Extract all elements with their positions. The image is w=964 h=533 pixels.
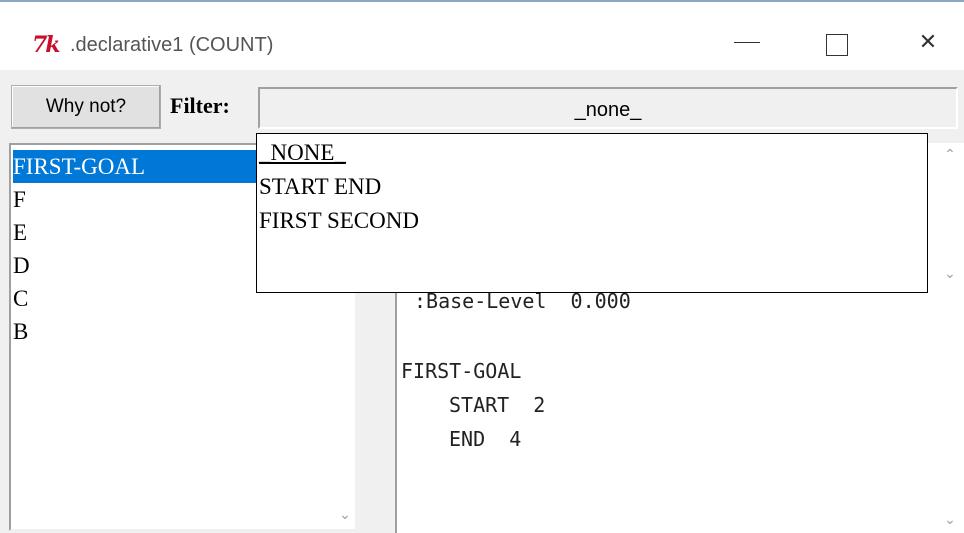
maximize-icon xyxy=(826,34,848,56)
list-scroll-down-icon[interactable]: ⌄ xyxy=(335,505,355,525)
window-title: .declarative1 (COUNT) xyxy=(70,34,274,56)
close-button[interactable]: ✕ xyxy=(898,16,958,70)
maximize-button[interactable] xyxy=(808,16,868,70)
why-not-button[interactable]: Why not? xyxy=(11,85,161,129)
tk-app-icon: 7k xyxy=(32,32,61,58)
close-icon: ✕ xyxy=(918,30,938,55)
chunk-item-first-goal[interactable]: FIRST-GOAL xyxy=(13,150,265,183)
declarative-viewer-window: 7k .declarative1 (COUNT) ✕ Why not? Filt… xyxy=(0,0,964,533)
filter-option-start-end[interactable]: START END xyxy=(259,170,381,204)
text-scroll-down-icon[interactable]: ⌄ xyxy=(940,264,960,284)
title-bar[interactable]: 7k .declarative1 (COUNT) ✕ xyxy=(0,2,964,70)
chunk-item-b[interactable]: B xyxy=(13,315,265,348)
slot-line-start: START 2 xyxy=(449,393,546,417)
filter-option-none[interactable]: _NONE_ xyxy=(259,136,346,170)
text-scroll-up-icon[interactable]: ⌃ xyxy=(940,145,960,165)
filter-option-first-second[interactable]: FIRST SECOND xyxy=(259,204,419,238)
minimize-button[interactable] xyxy=(720,16,780,70)
minimize-icon xyxy=(734,42,760,43)
chunk-item-f[interactable]: F xyxy=(13,183,265,216)
chunk-item-e[interactable]: E xyxy=(13,216,265,249)
text-scroll-bottom-icon[interactable]: ⌄ xyxy=(940,510,960,530)
filter-dropdown-list[interactable]: _NONE_ START END FIRST SECOND xyxy=(256,133,928,293)
chunk-item-c[interactable]: C xyxy=(13,282,265,315)
chunk-name-line: FIRST-GOAL xyxy=(401,359,522,383)
slot-line-end: END 4 xyxy=(449,427,522,451)
filter-label: Filter: xyxy=(170,93,230,118)
chunk-item-d[interactable]: D xyxy=(13,249,265,282)
filter-combobox[interactable]: _none_ xyxy=(258,87,958,129)
